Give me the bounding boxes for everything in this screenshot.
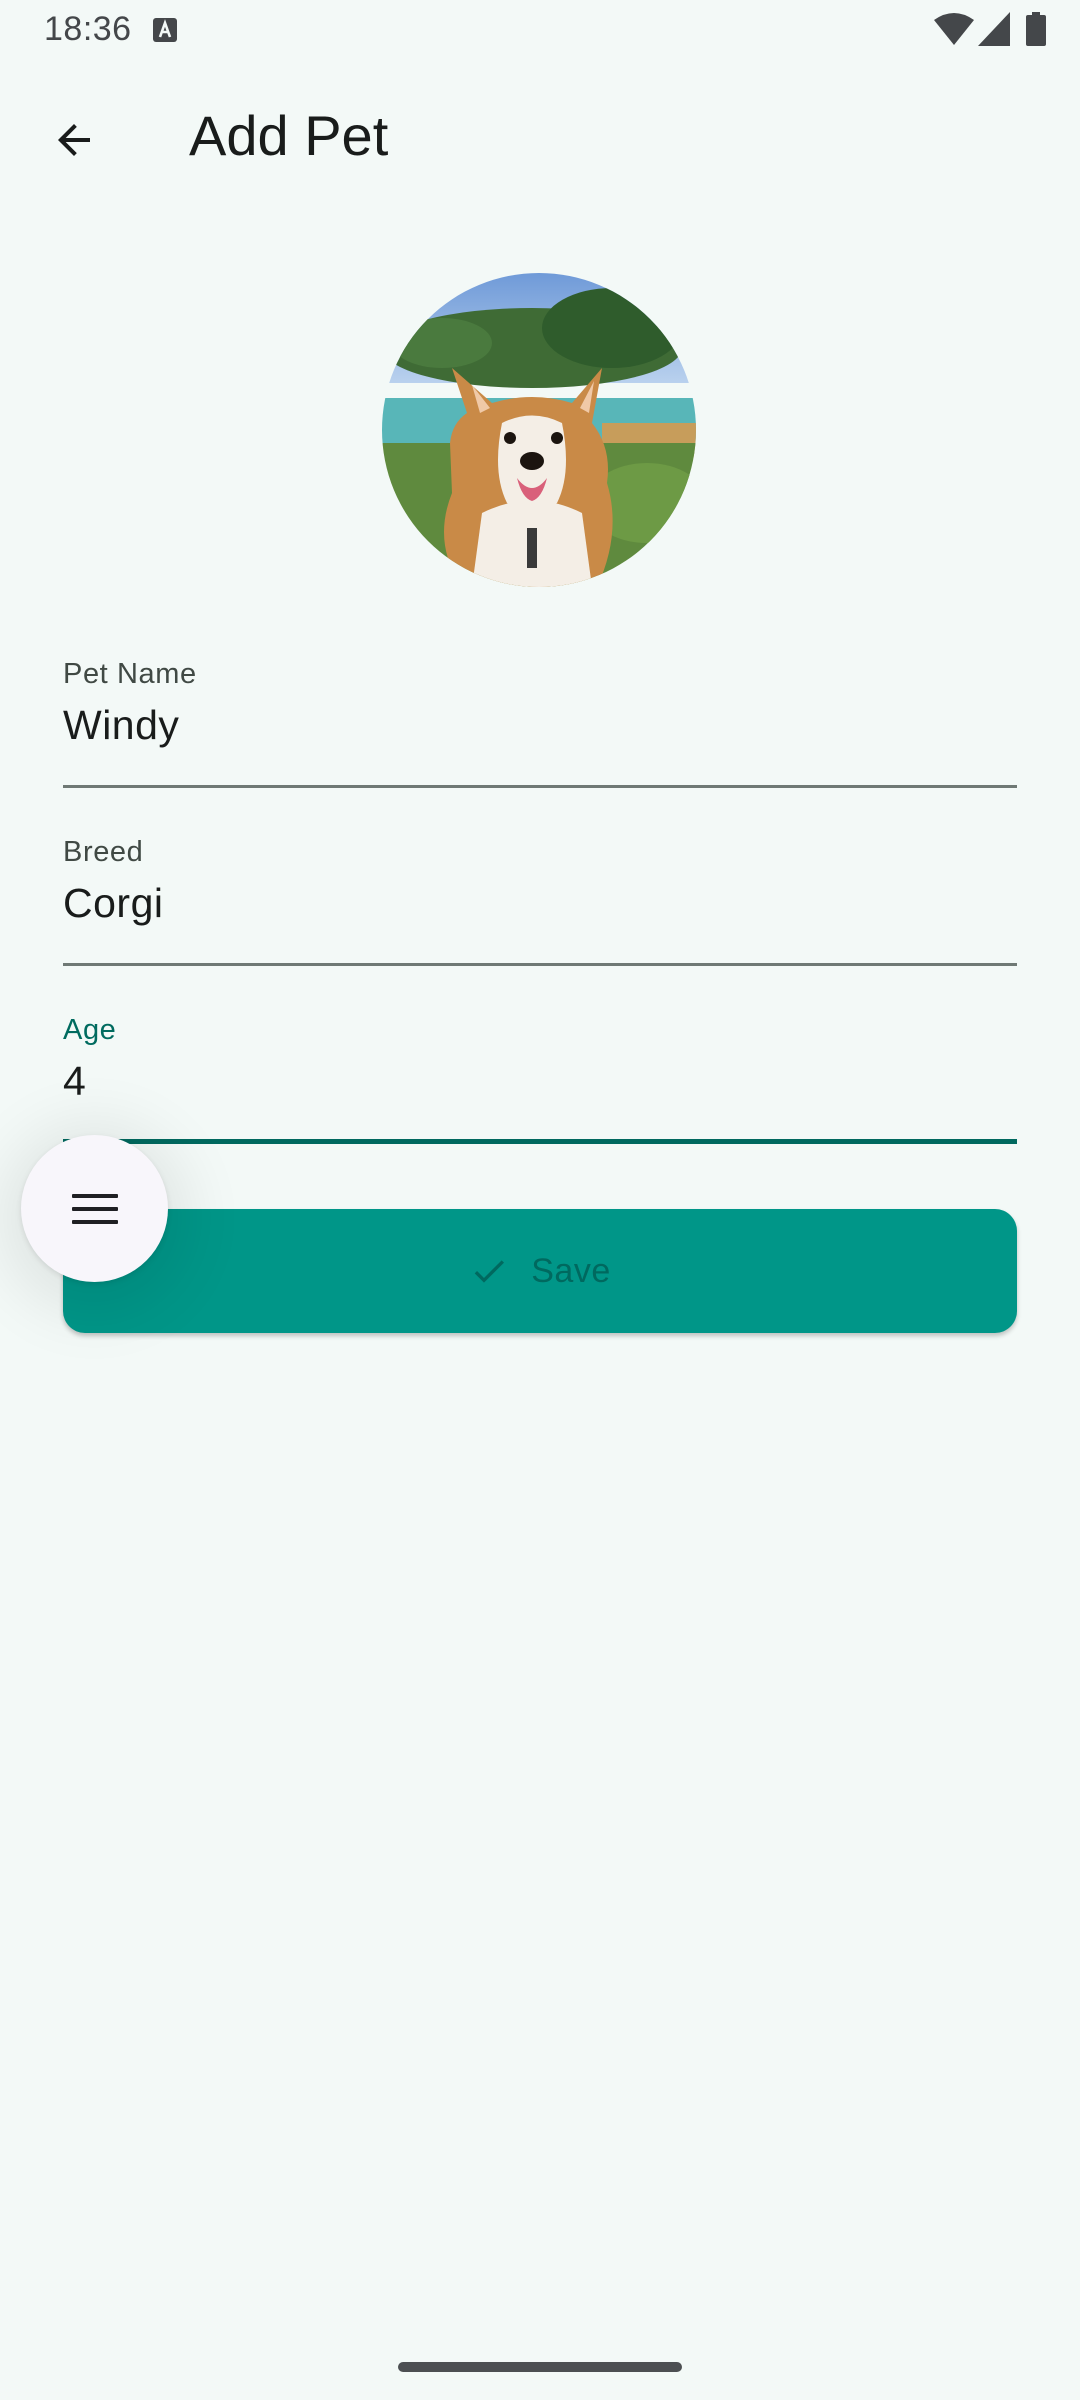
notification-a-icon [153, 18, 177, 42]
age-label: Age [63, 1014, 117, 1046]
arrow-back-icon [58, 124, 90, 156]
pet-photo-avatar[interactable] [382, 273, 696, 587]
battery-icon [1026, 12, 1046, 46]
status-bar: 18:36 [0, 0, 1080, 62]
pet-name-underline [63, 785, 1017, 788]
menu-icon [71, 1193, 118, 1224]
breed-field[interactable]: Breed Corgi [63, 836, 1017, 966]
app-bar: Add Pet [0, 70, 1080, 200]
check-icon [474, 1260, 505, 1283]
pet-name-input[interactable]: Windy [63, 702, 179, 749]
pet-name-label: Pet Name [63, 658, 197, 690]
breed-input[interactable]: Corgi [63, 880, 163, 927]
age-input[interactable]: 4 [63, 1058, 86, 1105]
page-title: Add Pet [189, 104, 389, 167]
pet-name-field[interactable]: Pet Name Windy [63, 658, 1017, 788]
signal-icon [978, 12, 1010, 46]
age-field[interactable]: Age 4 [63, 1014, 1017, 1144]
breed-label: Breed [63, 836, 144, 868]
breed-underline [63, 963, 1017, 966]
age-underline [63, 1139, 1017, 1144]
status-time: 18:36 [44, 10, 132, 48]
corgi-photo-image [382, 273, 696, 587]
home-indicator[interactable] [398, 2362, 682, 2372]
back-button[interactable] [34, 100, 114, 180]
save-button[interactable]: Save [63, 1209, 1017, 1333]
save-label: Save [531, 1251, 611, 1290]
menu-fab-button[interactable] [21, 1135, 168, 1282]
wifi-icon [934, 13, 974, 45]
